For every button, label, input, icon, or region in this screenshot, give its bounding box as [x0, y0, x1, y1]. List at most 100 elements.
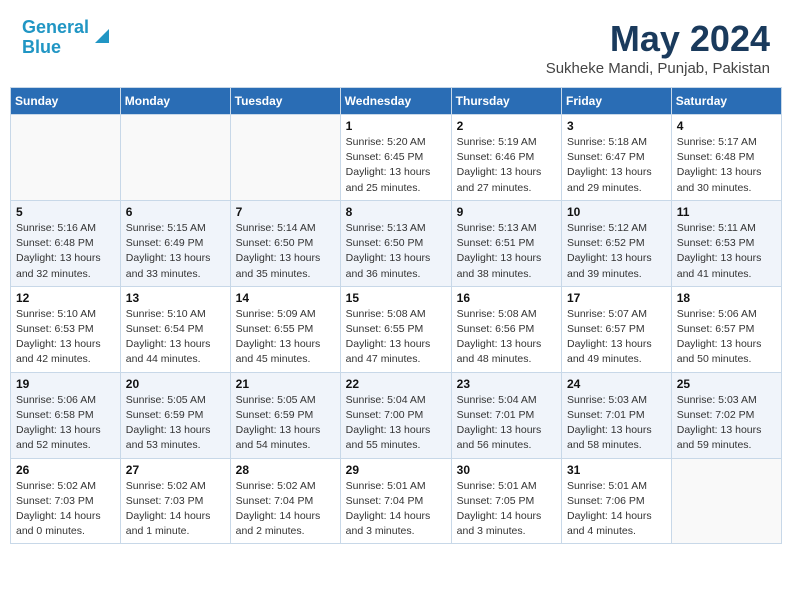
day-number: 31: [567, 463, 666, 477]
day-info: Sunrise: 5:11 AMSunset: 6:53 PMDaylight:…: [677, 221, 776, 282]
day-info: Sunrise: 5:08 AMSunset: 6:55 PMDaylight:…: [346, 307, 446, 368]
day-info: Sunrise: 5:02 AMSunset: 7:03 PMDaylight:…: [16, 479, 115, 540]
day-info: Sunrise: 5:02 AMSunset: 7:04 PMDaylight:…: [236, 479, 335, 540]
calendar-table: SundayMondayTuesdayWednesdayThursdayFrid…: [10, 87, 782, 544]
calendar-cell: 29 Sunrise: 5:01 AMSunset: 7:04 PMDayligh…: [340, 458, 451, 544]
day-number: 11: [677, 205, 776, 219]
day-number: 28: [236, 463, 335, 477]
day-number: 6: [126, 205, 225, 219]
day-info: Sunrise: 5:02 AMSunset: 7:03 PMDaylight:…: [126, 479, 225, 540]
calendar-cell: 23Sunrise: 5:04 AMSunset: 7:01 PMDayligh…: [451, 372, 561, 458]
day-info: Sunrise: 5:13 AMSunset: 6:50 PMDaylight:…: [346, 221, 446, 282]
location: Sukheke Mandi, Punjab, Pakistan: [546, 60, 770, 77]
day-info: Sunrise: 5:06 AMSunset: 6:58 PMDaylight:…: [16, 393, 115, 454]
day-number: 16: [457, 291, 556, 305]
day-info: Sunrise: 5:05 AMSunset: 6:59 PMDaylight:…: [236, 393, 335, 454]
calendar-cell: [11, 115, 121, 201]
calendar-cell: 2 Sunrise: 5:19 AMSunset: 6:46 PMDaylight…: [451, 115, 561, 201]
calendar-cell: 1 Sunrise: 5:20 AMSunset: 6:45 PMDaylight…: [340, 115, 451, 201]
day-info: Sunrise: 5:08 AMSunset: 6:56 PMDaylight:…: [457, 307, 556, 368]
day-number: 18: [677, 291, 776, 305]
weekday-header-monday: Monday: [120, 88, 230, 115]
day-number: 20: [126, 377, 225, 391]
calendar-cell: 10 Sunrise: 5:12 AMSunset: 6:52 PMDayligh…: [562, 200, 672, 286]
calendar-cell: 19 Sunrise: 5:06 AMSunset: 6:58 PMDayligh…: [11, 372, 121, 458]
calendar-cell: 20 Sunrise: 5:05 AMSunset: 6:59 PMDayligh…: [120, 372, 230, 458]
weekday-header-tuesday: Tuesday: [230, 88, 340, 115]
day-number: 29: [346, 463, 446, 477]
calendar-cell: 28 Sunrise: 5:02 AMSunset: 7:04 PMDayligh…: [230, 458, 340, 544]
day-number: 21: [236, 377, 335, 391]
calendar-cell: 12 Sunrise: 5:10 AMSunset: 6:53 PMDayligh…: [11, 286, 121, 372]
day-info: Sunrise: 5:06 AMSunset: 6:57 PMDaylight:…: [677, 307, 776, 368]
day-info: Sunrise: 5:01 AMSunset: 7:06 PMDaylight:…: [567, 479, 666, 540]
calendar-cell: 7 Sunrise: 5:14 AMSunset: 6:50 PMDaylight…: [230, 200, 340, 286]
day-number: 4: [677, 119, 776, 133]
day-number: 24: [567, 377, 666, 391]
calendar-cell: 21 Sunrise: 5:05 AMSunset: 6:59 PMDayligh…: [230, 372, 340, 458]
calendar-cell: 31 Sunrise: 5:01 AMSunset: 7:06 PMDayligh…: [562, 458, 672, 544]
calendar-cell: 27Sunrise: 5:02 AMSunset: 7:03 PMDayligh…: [120, 458, 230, 544]
weekday-header-thursday: Thursday: [451, 88, 561, 115]
day-number: 2: [457, 119, 556, 133]
day-info: Sunrise: 5:12 AMSunset: 6:52 PMDaylight:…: [567, 221, 666, 282]
day-info: Sunrise: 5:17 AMSunset: 6:48 PMDaylight:…: [677, 135, 776, 196]
day-number: 23: [457, 377, 556, 391]
calendar-cell: 22 Sunrise: 5:04 AMSunset: 7:00 PMDayligh…: [340, 372, 451, 458]
weekday-header-wednesday: Wednesday: [340, 88, 451, 115]
day-info: Sunrise: 5:10 AMSunset: 6:53 PMDaylight:…: [16, 307, 115, 368]
day-number: 14: [236, 291, 335, 305]
day-info: Sunrise: 5:03 AMSunset: 7:02 PMDaylight:…: [677, 393, 776, 454]
day-number: 1: [346, 119, 446, 133]
day-info: Sunrise: 5:01 AMSunset: 7:04 PMDaylight:…: [346, 479, 446, 540]
weekday-header-friday: Friday: [562, 88, 672, 115]
calendar-cell: [120, 115, 230, 201]
calendar-cell: 26 Sunrise: 5:02 AMSunset: 7:03 PMDayligh…: [11, 458, 121, 544]
day-info: Sunrise: 5:14 AMSunset: 6:50 PMDaylight:…: [236, 221, 335, 282]
day-number: 7: [236, 205, 335, 219]
day-number: 26: [16, 463, 115, 477]
calendar-cell: 11 Sunrise: 5:11 AMSunset: 6:53 PMDayligh…: [671, 200, 781, 286]
page-header: GeneralBlue May 2024 Sukheke Mandi, Punj…: [10, 10, 782, 81]
logo: GeneralBlue: [22, 18, 113, 58]
day-number: 3: [567, 119, 666, 133]
day-info: Sunrise: 5:09 AMSunset: 6:55 PMDaylight:…: [236, 307, 335, 368]
month-title: May 2024: [546, 18, 770, 60]
day-info: Sunrise: 5:20 AMSunset: 6:45 PMDaylight:…: [346, 135, 446, 196]
day-number: 13: [126, 291, 225, 305]
day-info: Sunrise: 5:16 AMSunset: 6:48 PMDaylight:…: [16, 221, 115, 282]
day-number: 19: [16, 377, 115, 391]
day-number: 9: [457, 205, 556, 219]
calendar-cell: [230, 115, 340, 201]
day-info: Sunrise: 5:04 AMSunset: 7:00 PMDaylight:…: [346, 393, 446, 454]
calendar-cell: 5 Sunrise: 5:16 AMSunset: 6:48 PMDaylight…: [11, 200, 121, 286]
day-number: 8: [346, 205, 446, 219]
calendar-cell: 13 Sunrise: 5:10 AMSunset: 6:54 PMDayligh…: [120, 286, 230, 372]
calendar-cell: 8 Sunrise: 5:13 AMSunset: 6:50 PMDaylight…: [340, 200, 451, 286]
calendar-cell: 6 Sunrise: 5:15 AMSunset: 6:49 PMDaylight…: [120, 200, 230, 286]
day-info: Sunrise: 5:15 AMSunset: 6:49 PMDaylight:…: [126, 221, 225, 282]
day-info: Sunrise: 5:19 AMSunset: 6:46 PMDaylight:…: [457, 135, 556, 196]
day-number: 5: [16, 205, 115, 219]
day-info: Sunrise: 5:01 AMSunset: 7:05 PMDaylight:…: [457, 479, 556, 540]
day-number: 30: [457, 463, 556, 477]
calendar-cell: 16 Sunrise: 5:08 AMSunset: 6:56 PMDayligh…: [451, 286, 561, 372]
day-number: 22: [346, 377, 446, 391]
day-number: 12: [16, 291, 115, 305]
calendar-cell: 9 Sunrise: 5:13 AMSunset: 6:51 PMDaylight…: [451, 200, 561, 286]
calendar-cell: 25Sunrise: 5:03 AMSunset: 7:02 PMDayligh…: [671, 372, 781, 458]
weekday-header-sunday: Sunday: [11, 88, 121, 115]
day-number: 15: [346, 291, 446, 305]
calendar-cell: 4 Sunrise: 5:17 AMSunset: 6:48 PMDaylight…: [671, 115, 781, 201]
day-info: Sunrise: 5:10 AMSunset: 6:54 PMDaylight:…: [126, 307, 225, 368]
day-number: 17: [567, 291, 666, 305]
day-number: 10: [567, 205, 666, 219]
day-info: Sunrise: 5:13 AMSunset: 6:51 PMDaylight:…: [457, 221, 556, 282]
logo-icon: [91, 25, 113, 47]
calendar-cell: 14 Sunrise: 5:09 AMSunset: 6:55 PMDayligh…: [230, 286, 340, 372]
day-info: Sunrise: 5:05 AMSunset: 6:59 PMDaylight:…: [126, 393, 225, 454]
day-info: Sunrise: 5:03 AMSunset: 7:01 PMDaylight:…: [567, 393, 666, 454]
calendar-cell: 15 Sunrise: 5:08 AMSunset: 6:55 PMDayligh…: [340, 286, 451, 372]
weekday-header-saturday: Saturday: [671, 88, 781, 115]
calendar-cell: 18 Sunrise: 5:06 AMSunset: 6:57 PMDayligh…: [671, 286, 781, 372]
